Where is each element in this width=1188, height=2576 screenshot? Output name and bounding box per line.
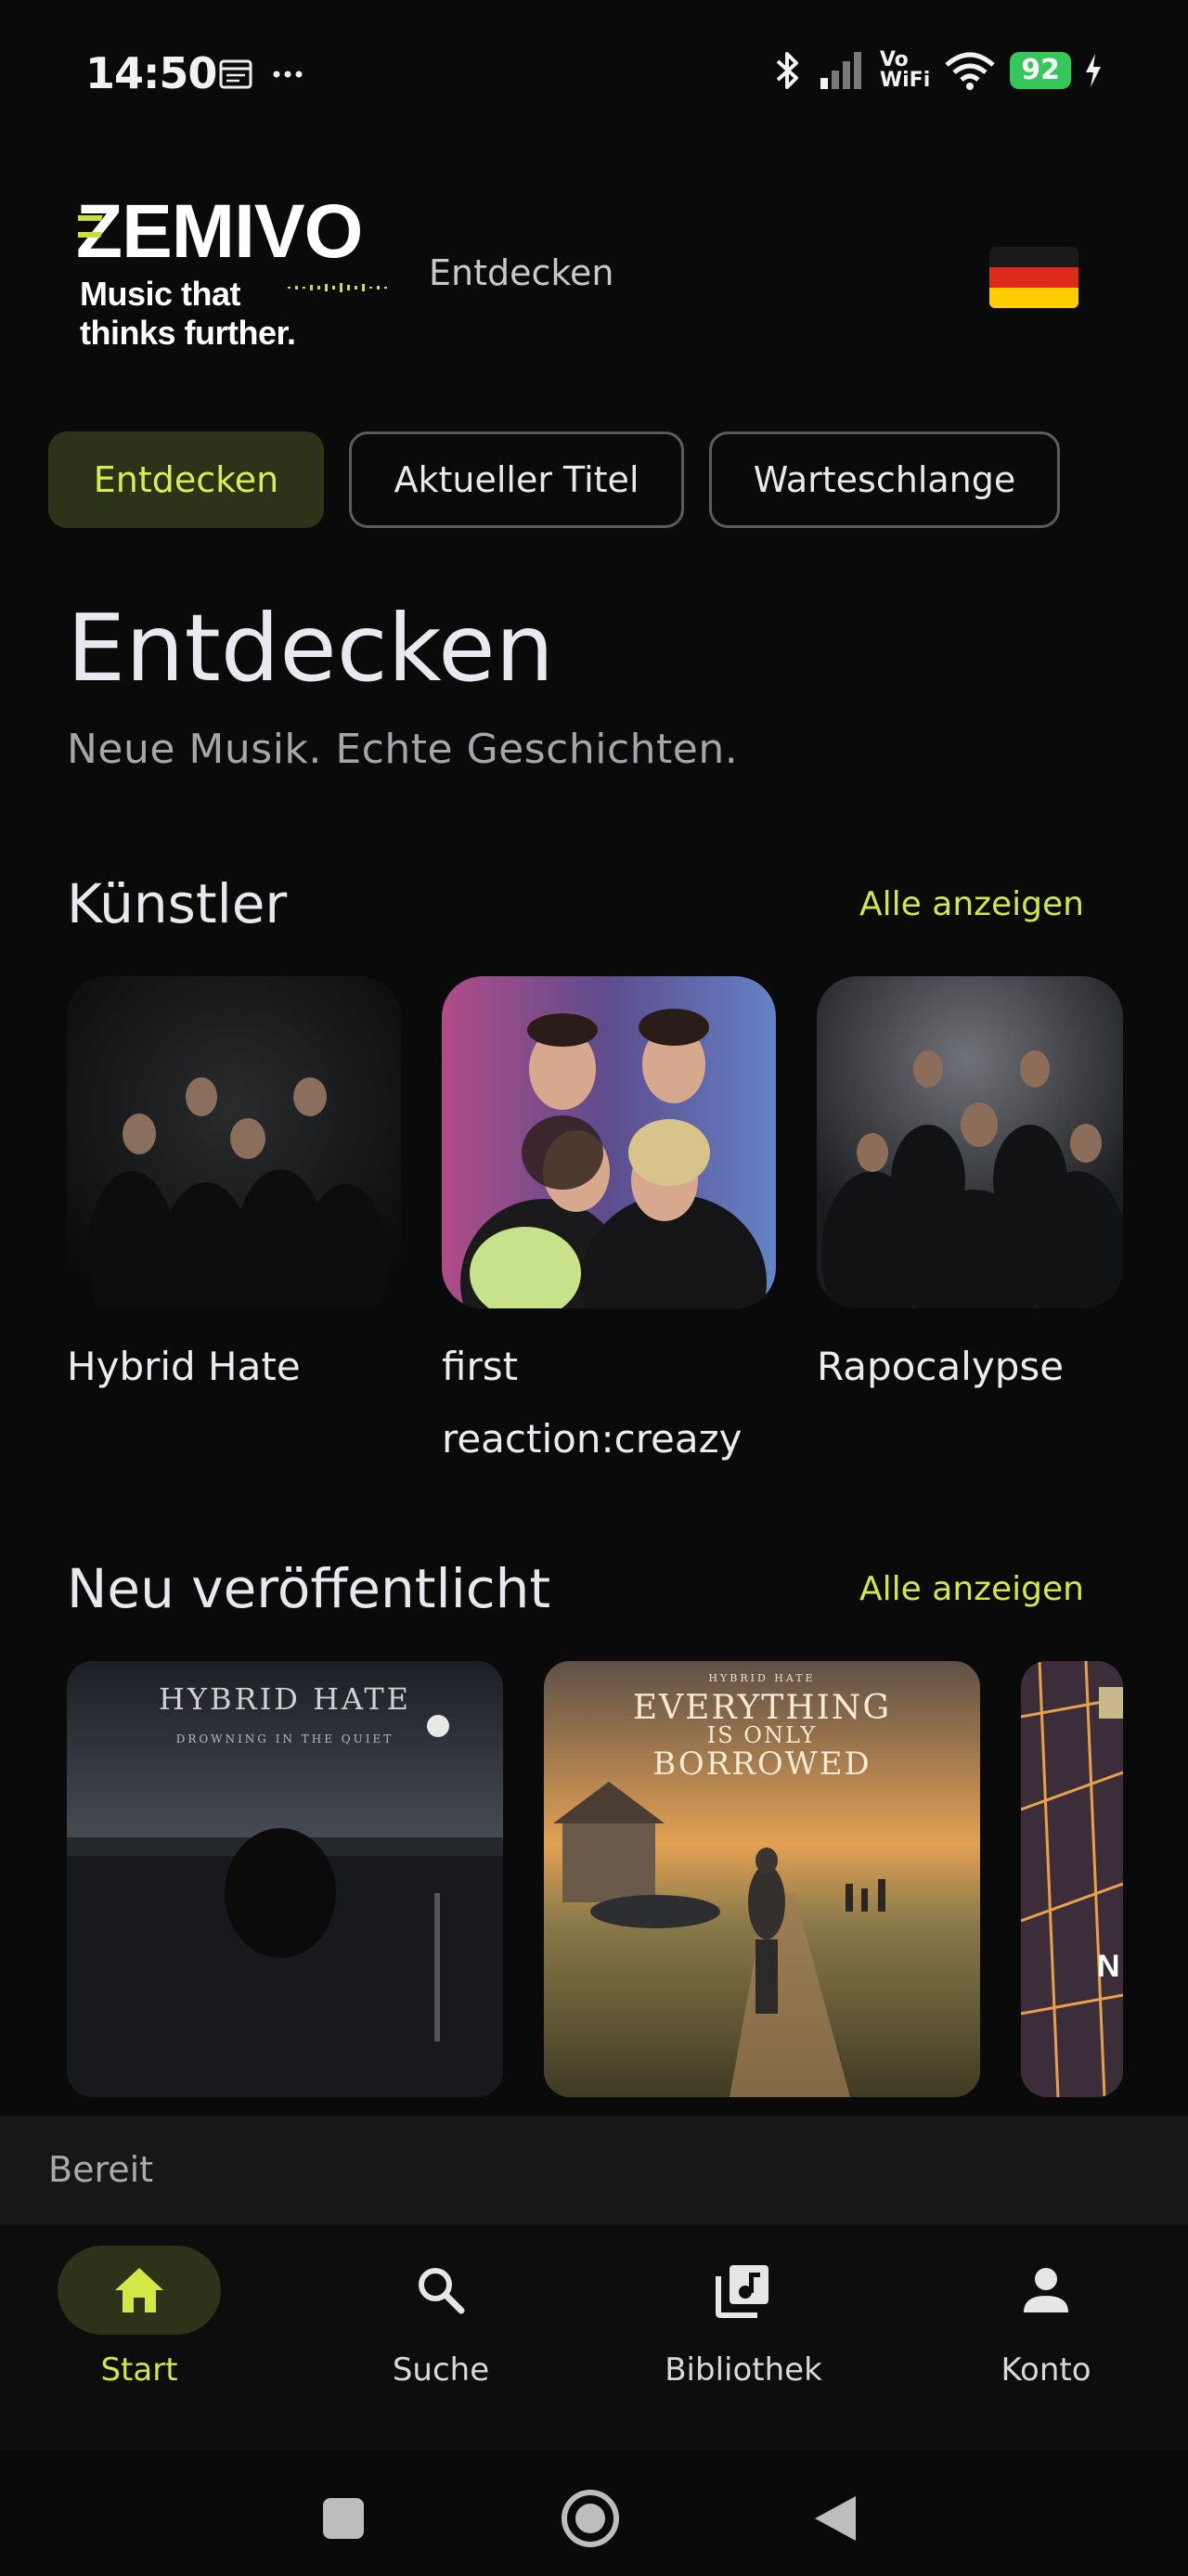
player-status-bar — [0, 2116, 1188, 2225]
tab-entdecken[interactable]: Entdecken — [48, 431, 324, 528]
album-artist-text: HYBRID HATE — [708, 1672, 815, 1684]
album-cover-drowning-in-the-quiet[interactable]: HYBRID HATE DROWNING IN THE QUIET — [67, 1661, 503, 2097]
more-dots-icon — [273, 71, 303, 78]
nav-start[interactable]: Start — [32, 2246, 246, 2389]
calendar-icon — [219, 59, 252, 89]
artist-name[interactable]: Rapocalypse — [817, 1331, 1151, 1403]
bluetooth-icon — [776, 52, 798, 89]
status-time: 14:50 — [85, 48, 217, 98]
tab-warteschlange[interactable]: Warteschlange — [709, 431, 1060, 528]
artist-name[interactable]: first reaction:creazy — [442, 1331, 776, 1475]
wifi-icon — [945, 52, 995, 90]
artist-image-hybrid-hate[interactable] — [67, 976, 401, 1308]
page-subtitle: Neue Musik. Echte Geschichten. — [67, 726, 739, 773]
app-slogan: Music that thinks further. — [80, 275, 296, 352]
player-status-text: Bereit — [48, 2149, 154, 2190]
artist-name[interactable]: Hybrid Hate — [67, 1331, 401, 1403]
album-cover-everything-is-only-borrowed[interactable]: HYBRID HATE EVERYTHING IS ONLY BORROWED — [544, 1661, 980, 2097]
nav-suche[interactable]: Suche — [334, 2246, 548, 2389]
nav-konto[interactable]: Konto — [939, 2246, 1153, 2389]
releases-see-all-link[interactable]: Alle anzeigen — [859, 1570, 1084, 1608]
nav-label: Konto — [1001, 2351, 1091, 2389]
artists-see-all-link[interactable]: Alle anzeigen — [859, 885, 1084, 923]
nav-label: Start — [100, 2351, 178, 2389]
nav-bibliothek[interactable]: Bibliothek — [637, 2246, 850, 2389]
library-music-icon — [716, 2265, 768, 2318]
recents-button-icon — [323, 2498, 364, 2539]
album-cover-partial[interactable]: N — [1021, 1661, 1123, 2097]
tab-aktueller-titel[interactable]: Aktueller Titel — [349, 431, 684, 528]
home-button-icon — [562, 2490, 619, 2547]
album-title-line1: EVERYTHING — [633, 1689, 891, 1727]
status-right: Vo WiFi 92 — [768, 48, 1103, 93]
battery-level: 92 — [1010, 52, 1071, 89]
album-artist-text: HYBRID HATE — [159, 1681, 411, 1717]
search-icon — [419, 2268, 465, 2314]
logo-accent-stripes — [78, 215, 103, 238]
artist-image-first-reaction[interactable] — [442, 976, 776, 1308]
germany-flag-icon[interactable] — [989, 247, 1078, 308]
page-title: Entdecken — [67, 594, 554, 702]
system-navigation-bar — [0, 2468, 1188, 2572]
waveform-icon — [288, 283, 387, 292]
nav-label: Suche — [392, 2351, 490, 2389]
section-title-artists: Künstler — [67, 872, 288, 935]
album-title-line2: IS ONLY — [707, 1722, 817, 1748]
section-title-new-releases: Neu veröffentlicht — [67, 1557, 551, 1620]
album-title-text: DROWNING IN THE QUIET — [176, 1732, 394, 1745]
charging-bolt-icon — [1086, 54, 1101, 87]
nav-label: Bibliothek — [665, 2351, 822, 2389]
status-notification-icons — [219, 58, 312, 98]
album-title-line3: BORROWED — [652, 1745, 872, 1783]
artist-image-rapocalypse[interactable] — [817, 976, 1123, 1308]
cell-signal-icon — [820, 52, 861, 89]
home-icon — [115, 2268, 163, 2312]
back-button-icon — [815, 2496, 856, 2541]
header-section-label: Entdecken — [429, 252, 614, 293]
vowifi-indicator: Vo WiFi — [879, 48, 931, 92]
person-icon — [1024, 2268, 1068, 2312]
album-partial-letter: N — [1097, 1949, 1120, 1984]
